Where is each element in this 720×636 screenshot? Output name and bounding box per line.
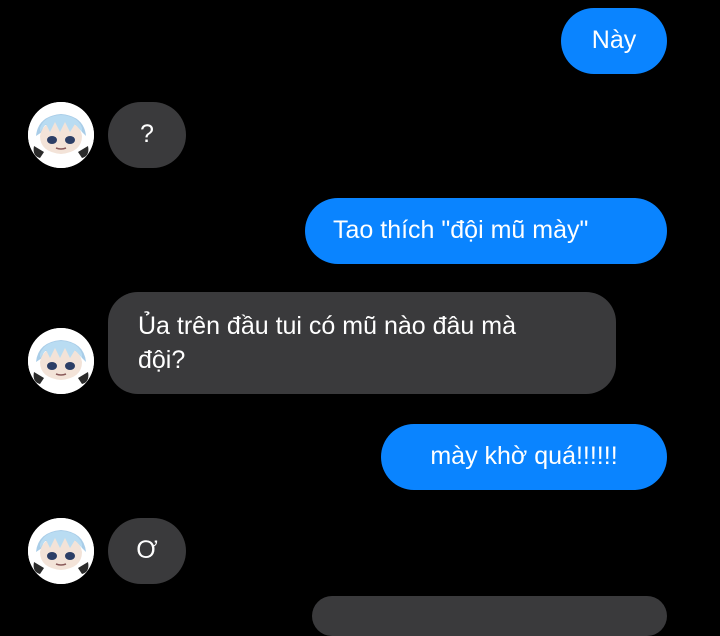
chat-thread: Này ? Tao thích "đội mũ mày" Ủa trên đầu…: [0, 0, 720, 636]
outgoing-message-bubble[interactable]: Tao thích "đội mũ mày": [305, 198, 667, 264]
outgoing-message-bubble[interactable]: Này: [561, 8, 667, 74]
incoming-message-bubble[interactable]: ?: [108, 102, 186, 168]
incoming-message-bubble[interactable]: Ủa trên đầu tui có mũ nào đâu mà đội?: [108, 292, 616, 394]
outgoing-message-bubble[interactable]: mày khờ quá!!!!!!: [381, 424, 667, 490]
contact-avatar[interactable]: [28, 518, 94, 584]
contact-avatar[interactable]: [28, 328, 94, 394]
chibi-character-avatar-icon: [28, 518, 94, 584]
partial-message-bubble[interactable]: [312, 596, 667, 636]
chibi-character-avatar-icon: [28, 102, 94, 168]
chibi-character-avatar-icon: [28, 328, 94, 394]
incoming-message-bubble[interactable]: Ơ: [108, 518, 186, 584]
contact-avatar[interactable]: [28, 102, 94, 168]
